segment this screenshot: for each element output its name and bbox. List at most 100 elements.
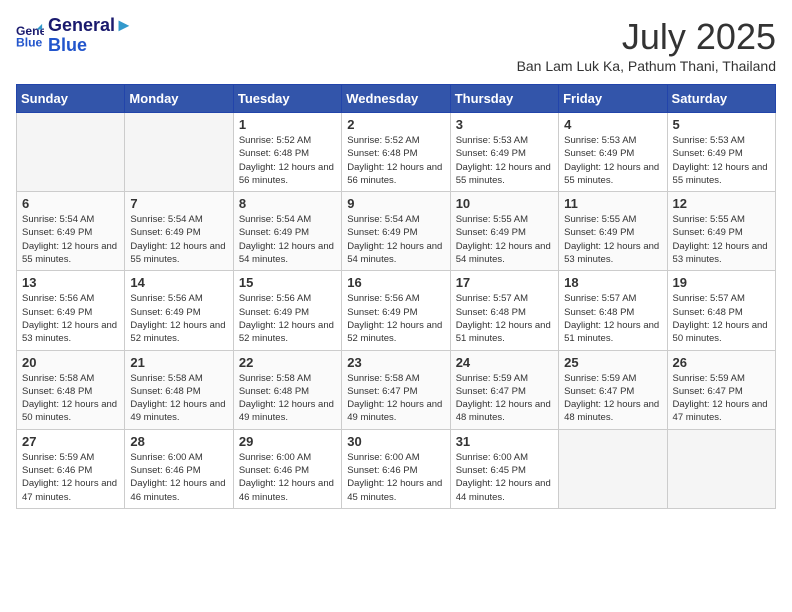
calendar-cell: 28 Sunrise: 6:00 AMSunset: 6:46 PMDayligh… — [125, 429, 233, 508]
calendar-cell: 9 Sunrise: 5:54 AMSunset: 6:49 PMDaylight… — [342, 192, 450, 271]
day-info: Sunrise: 5:59 AMSunset: 6:47 PMDaylight:… — [456, 372, 553, 425]
day-number: 25 — [564, 355, 661, 370]
day-number: 1 — [239, 117, 336, 132]
calendar-cell — [667, 429, 775, 508]
calendar-cell: 25Sunrise: 5:59 AMSunset: 6:47 PMDayligh… — [559, 350, 667, 429]
calendar-cell: 19Sunrise: 5:57 AMSunset: 6:48 PMDayligh… — [667, 271, 775, 350]
calendar-cell: 5 Sunrise: 5:53 AMSunset: 6:49 PMDaylight… — [667, 113, 775, 192]
day-number: 2 — [347, 117, 444, 132]
day-info: Sunrise: 5:53 AMSunset: 6:49 PMDaylight:… — [564, 134, 661, 187]
calendar-cell: 27 Sunrise: 5:59 AMSunset: 6:46 PMDayligh… — [17, 429, 125, 508]
day-info: Sunrise: 5:55 AMSunset: 6:49 PMDaylight:… — [456, 213, 553, 266]
calendar-header-row: SundayMondayTuesdayWednesdayThursdayFrid… — [17, 85, 776, 113]
day-number: 15 — [239, 275, 336, 290]
day-number: 20 — [22, 355, 119, 370]
calendar-day-header: Tuesday — [233, 85, 341, 113]
location-title: Ban Lam Luk Ka, Pathum Thani, Thailand — [517, 58, 776, 74]
day-info: Sunrise: 5:53 AMSunset: 6:49 PMDaylight:… — [673, 134, 770, 187]
month-title: July 2025 — [517, 16, 776, 58]
calendar-cell: 3 Sunrise: 5:53 AMSunset: 6:49 PMDaylight… — [450, 113, 558, 192]
day-info: Sunrise: 5:56 AMSunset: 6:49 PMDaylight:… — [130, 292, 227, 345]
day-number: 27 — [22, 434, 119, 449]
day-number: 22 — [239, 355, 336, 370]
day-number: 26 — [673, 355, 770, 370]
day-info: Sunrise: 5:54 AMSunset: 6:49 PMDaylight:… — [239, 213, 336, 266]
calendar-cell: 29Sunrise: 6:00 AMSunset: 6:46 PMDayligh… — [233, 429, 341, 508]
day-info: Sunrise: 5:53 AMSunset: 6:49 PMDaylight:… — [456, 134, 553, 187]
calendar-cell: 8 Sunrise: 5:54 AMSunset: 6:49 PMDaylight… — [233, 192, 341, 271]
calendar-cell: 1 Sunrise: 5:52 AMSunset: 6:48 PMDaylight… — [233, 113, 341, 192]
day-number: 9 — [347, 196, 444, 211]
day-info: Sunrise: 6:00 AMSunset: 6:46 PMDaylight:… — [347, 451, 444, 504]
calendar-cell — [559, 429, 667, 508]
calendar-cell: 21Sunrise: 5:58 AMSunset: 6:48 PMDayligh… — [125, 350, 233, 429]
day-info: Sunrise: 5:56 AMSunset: 6:49 PMDaylight:… — [347, 292, 444, 345]
day-number: 11 — [564, 196, 661, 211]
calendar-table: SundayMondayTuesdayWednesdayThursdayFrid… — [16, 84, 776, 509]
calendar-cell: 17 Sunrise: 5:57 AMSunset: 6:48 PMDayligh… — [450, 271, 558, 350]
calendar-cell: 30Sunrise: 6:00 AMSunset: 6:46 PMDayligh… — [342, 429, 450, 508]
calendar-cell: 20 Sunrise: 5:58 AMSunset: 6:48 PMDayligh… — [17, 350, 125, 429]
day-number: 18 — [564, 275, 661, 290]
day-info: Sunrise: 5:55 AMSunset: 6:49 PMDaylight:… — [564, 213, 661, 266]
day-number: 10 — [456, 196, 553, 211]
calendar-cell: 6 Sunrise: 5:54 AMSunset: 6:49 PMDaylight… — [17, 192, 125, 271]
day-info: Sunrise: 5:54 AMSunset: 6:49 PMDaylight:… — [347, 213, 444, 266]
calendar-cell: 14Sunrise: 5:56 AMSunset: 6:49 PMDayligh… — [125, 271, 233, 350]
day-number: 28 — [130, 434, 227, 449]
day-info: Sunrise: 5:59 AMSunset: 6:47 PMDaylight:… — [673, 372, 770, 425]
calendar-day-header: Friday — [559, 85, 667, 113]
calendar-cell: 31 Sunrise: 6:00 AMSunset: 6:45 PMDayligh… — [450, 429, 558, 508]
day-info: Sunrise: 5:56 AMSunset: 6:49 PMDaylight:… — [239, 292, 336, 345]
calendar-cell: 4 Sunrise: 5:53 AMSunset: 6:49 PMDaylight… — [559, 113, 667, 192]
calendar-cell — [17, 113, 125, 192]
calendar-cell: 12Sunrise: 5:55 AMSunset: 6:49 PMDayligh… — [667, 192, 775, 271]
calendar-day-header: Wednesday — [342, 85, 450, 113]
calendar-cell: 24 Sunrise: 5:59 AMSunset: 6:47 PMDayligh… — [450, 350, 558, 429]
logo-icon: General Blue — [16, 22, 44, 50]
calendar-day-header: Monday — [125, 85, 233, 113]
day-number: 16 — [347, 275, 444, 290]
day-info: Sunrise: 5:57 AMSunset: 6:48 PMDaylight:… — [456, 292, 553, 345]
day-info: Sunrise: 5:57 AMSunset: 6:48 PMDaylight:… — [564, 292, 661, 345]
calendar-cell: 16 Sunrise: 5:56 AMSunset: 6:49 PMDayligh… — [342, 271, 450, 350]
day-number: 31 — [456, 434, 553, 449]
calendar-week-row: 13Sunrise: 5:56 AMSunset: 6:49 PMDayligh… — [17, 271, 776, 350]
logo-text-general: General► — [48, 16, 133, 36]
day-info: Sunrise: 5:52 AMSunset: 6:48 PMDaylight:… — [239, 134, 336, 187]
day-number: 5 — [673, 117, 770, 132]
day-number: 3 — [456, 117, 553, 132]
calendar-cell: 26 Sunrise: 5:59 AMSunset: 6:47 PMDayligh… — [667, 350, 775, 429]
day-number: 23 — [347, 355, 444, 370]
day-number: 17 — [456, 275, 553, 290]
svg-text:Blue: Blue — [16, 35, 43, 49]
calendar-day-header: Saturday — [667, 85, 775, 113]
calendar-week-row: 27 Sunrise: 5:59 AMSunset: 6:46 PMDayligh… — [17, 429, 776, 508]
day-number: 8 — [239, 196, 336, 211]
calendar-day-header: Sunday — [17, 85, 125, 113]
calendar-cell: 15 Sunrise: 5:56 AMSunset: 6:49 PMDayligh… — [233, 271, 341, 350]
logo: General Blue General► Blue — [16, 16, 133, 56]
day-info: Sunrise: 5:59 AMSunset: 6:46 PMDaylight:… — [22, 451, 119, 504]
day-info: Sunrise: 6:00 AMSunset: 6:45 PMDaylight:… — [456, 451, 553, 504]
day-info: Sunrise: 5:58 AMSunset: 6:48 PMDaylight:… — [239, 372, 336, 425]
calendar-cell: 18 Sunrise: 5:57 AMSunset: 6:48 PMDayligh… — [559, 271, 667, 350]
day-number: 4 — [564, 117, 661, 132]
calendar-cell: 22 Sunrise: 5:58 AMSunset: 6:48 PMDayligh… — [233, 350, 341, 429]
day-number: 24 — [456, 355, 553, 370]
title-block: July 2025 Ban Lam Luk Ka, Pathum Thani, … — [517, 16, 776, 74]
calendar-cell: 2 Sunrise: 5:52 AMSunset: 6:48 PMDaylight… — [342, 113, 450, 192]
day-info: Sunrise: 5:58 AMSunset: 6:47 PMDaylight:… — [347, 372, 444, 425]
day-info: Sunrise: 5:54 AMSunset: 6:49 PMDaylight:… — [130, 213, 227, 266]
day-info: Sunrise: 5:57 AMSunset: 6:48 PMDaylight:… — [673, 292, 770, 345]
calendar-cell: 7Sunrise: 5:54 AMSunset: 6:49 PMDaylight… — [125, 192, 233, 271]
day-number: 12 — [673, 196, 770, 211]
calendar-day-header: Thursday — [450, 85, 558, 113]
page-header: General Blue General► Blue July 2025 Ban… — [16, 16, 776, 74]
day-info: Sunrise: 5:52 AMSunset: 6:48 PMDaylight:… — [347, 134, 444, 187]
day-info: Sunrise: 5:58 AMSunset: 6:48 PMDaylight:… — [22, 372, 119, 425]
day-number: 6 — [22, 196, 119, 211]
day-info: Sunrise: 5:54 AMSunset: 6:49 PMDaylight:… — [22, 213, 119, 266]
calendar-cell: 10 Sunrise: 5:55 AMSunset: 6:49 PMDayligh… — [450, 192, 558, 271]
day-info: Sunrise: 6:00 AMSunset: 6:46 PMDaylight:… — [130, 451, 227, 504]
